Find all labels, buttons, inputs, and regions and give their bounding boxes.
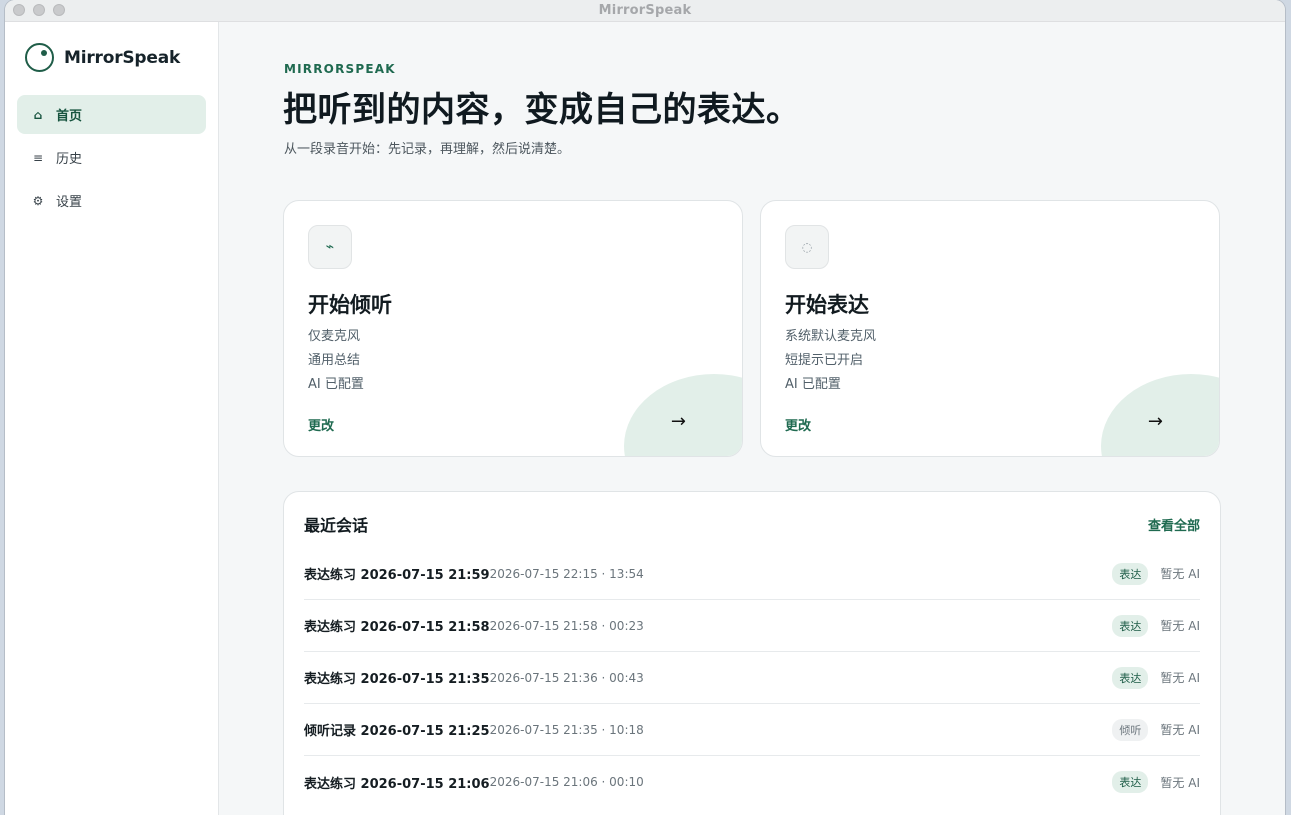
session-name: 表达练习 2026-07-15 21:59 bbox=[304, 568, 490, 583]
session-row[interactable]: 表达练习 2026-07-15 21:59 2026-07-15 22:15 ·… bbox=[304, 548, 1200, 600]
card-settings: 系统默认麦克风 短提示已开启 AI 已配置 bbox=[785, 325, 876, 397]
window-controls bbox=[13, 4, 65, 16]
session-meta: 2026-07-15 21:06 · 00:10 bbox=[489, 775, 644, 789]
sidebar-nav: ⌂ 首页 ≡ 历史 ⚙ 设置 bbox=[17, 95, 206, 224]
ai-status: 暂无 AI bbox=[1160, 775, 1200, 790]
ai-status: 暂无 AI bbox=[1160, 723, 1200, 737]
ai-status: 暂无 AI bbox=[1160, 619, 1200, 633]
circle-icon: ◌ bbox=[785, 225, 829, 269]
view-all-link[interactable]: 查看全部 bbox=[1148, 515, 1200, 534]
arrow-right-icon[interactable]: → bbox=[671, 411, 686, 432]
session-meta: 2026-07-15 22:15 · 13:54 bbox=[489, 566, 644, 581]
session-status: 表达 暂无 AI bbox=[1112, 666, 1200, 689]
session-status: 表达 暂无 AI bbox=[1112, 771, 1200, 793]
lightning-icon: ⌁ bbox=[308, 225, 352, 269]
session-status: 表达 暂无 AI bbox=[1112, 614, 1200, 637]
list-icon: ≡ bbox=[32, 150, 44, 165]
sidebar: MirrorSpeak ⌂ 首页 ≡ 历史 ⚙ 设置 bbox=[5, 22, 219, 815]
session-name: 倾听记录 2026-07-15 21:25 bbox=[304, 724, 490, 739]
sidebar-item-settings[interactable]: ⚙ 设置 bbox=[17, 181, 206, 220]
ai-status: 暂无 AI bbox=[1160, 567, 1200, 581]
card-setting-line: AI 已配置 bbox=[785, 377, 841, 392]
sidebar-item-label: 设置 bbox=[56, 195, 83, 210]
card-setting-line: 通用总结 bbox=[308, 353, 361, 368]
session-meta: 2026-07-15 21:36 · 00:43 bbox=[489, 670, 644, 685]
start-speaking-card[interactable]: ◌ 开始表达 系统默认麦克风 短提示已开启 AI 已配置 更改 → bbox=[760, 200, 1220, 457]
gear-icon: ⚙ bbox=[32, 193, 44, 208]
eyebrow-label: MIRRORSPEAK bbox=[284, 62, 396, 76]
session-name: 表达练习 2026-07-15 21:06 bbox=[304, 776, 490, 792]
brand-name: MirrorSpeak bbox=[64, 47, 181, 68]
brand-logo-icon bbox=[25, 43, 54, 72]
title-bar: MirrorSpeak bbox=[5, 0, 1285, 22]
session-status: 表达 暂无 AI bbox=[1112, 562, 1200, 585]
recent-sessions-panel: 最近会话 查看全部 表达练习 2026-07-15 21:59 2026-07-… bbox=[283, 491, 1221, 815]
session-name: 表达练习 2026-07-15 21:35 bbox=[304, 672, 490, 687]
change-link[interactable]: 更改 bbox=[785, 415, 811, 434]
sidebar-item-label: 历史 bbox=[56, 152, 83, 167]
session-list: 表达练习 2026-07-15 21:59 2026-07-15 22:15 ·… bbox=[304, 548, 1200, 808]
main-content: MIRRORSPEAK 把听到的内容，变成自己的表达。 从一段录音开始：先记录，… bbox=[219, 22, 1285, 815]
sidebar-item-history[interactable]: ≡ 历史 bbox=[17, 138, 206, 177]
session-type-badge: 表达 bbox=[1112, 771, 1149, 793]
close-window-button[interactable] bbox=[13, 4, 25, 16]
home-icon: ⌂ bbox=[33, 107, 43, 122]
page-title: 把听到的内容，变成自己的表达。 bbox=[283, 90, 801, 130]
app-window: MirrorSpeak MirrorSpeak ⌂ 首页 ≡ 历史 ⚙ 设置 M… bbox=[5, 0, 1285, 815]
ai-status: 暂无 AI bbox=[1160, 671, 1200, 685]
session-name: 表达练习 2026-07-15 21:58 bbox=[304, 620, 490, 635]
session-type-badge: 表达 bbox=[1112, 562, 1149, 585]
card-title: 开始倾听 bbox=[308, 293, 392, 317]
zoom-window-button[interactable] bbox=[53, 4, 65, 16]
change-link[interactable]: 更改 bbox=[308, 415, 334, 434]
session-row[interactable]: 倾听记录 2026-07-15 21:25 2026-07-15 21:35 ·… bbox=[304, 704, 1200, 756]
brand: MirrorSpeak bbox=[25, 43, 180, 72]
card-setting-line: 短提示已开启 bbox=[785, 353, 864, 368]
card-setting-line: 系统默认麦克风 bbox=[785, 329, 877, 344]
session-meta: 2026-07-15 21:58 · 00:23 bbox=[489, 618, 644, 633]
session-row[interactable]: 表达练习 2026-07-15 21:35 2026-07-15 21:36 ·… bbox=[304, 652, 1200, 704]
session-meta: 2026-07-15 21:35 · 10:18 bbox=[489, 722, 644, 737]
start-listening-card[interactable]: ⌁ 开始倾听 仅麦克风 通用总结 AI 已配置 更改 → bbox=[283, 200, 743, 457]
session-type-badge: 倾听 bbox=[1112, 718, 1149, 741]
page-subtitle: 从一段录音开始：先记录，再理解，然后说清楚。 bbox=[284, 142, 571, 157]
card-setting-line: AI 已配置 bbox=[308, 377, 364, 392]
session-type-badge: 表达 bbox=[1112, 614, 1149, 637]
session-status: 倾听 暂无 AI bbox=[1112, 718, 1200, 741]
section-title: 最近会话 bbox=[304, 516, 369, 535]
arrow-right-icon[interactable]: → bbox=[1148, 411, 1163, 432]
minimize-window-button[interactable] bbox=[33, 4, 45, 16]
session-row[interactable]: 表达练习 2026-07-15 21:58 2026-07-15 21:58 ·… bbox=[304, 600, 1200, 652]
session-type-badge: 表达 bbox=[1112, 666, 1149, 689]
sidebar-item-label: 首页 bbox=[56, 109, 83, 124]
card-setting-line: 仅麦克风 bbox=[308, 329, 361, 344]
window-title: MirrorSpeak bbox=[598, 3, 692, 18]
card-settings: 仅麦克风 通用总结 AI 已配置 bbox=[308, 325, 364, 397]
sidebar-item-home[interactable]: ⌂ 首页 bbox=[17, 95, 206, 134]
card-title: 开始表达 bbox=[785, 293, 869, 317]
session-row[interactable]: 表达练习 2026-07-15 21:06 2026-07-15 21:06 ·… bbox=[304, 756, 1200, 808]
